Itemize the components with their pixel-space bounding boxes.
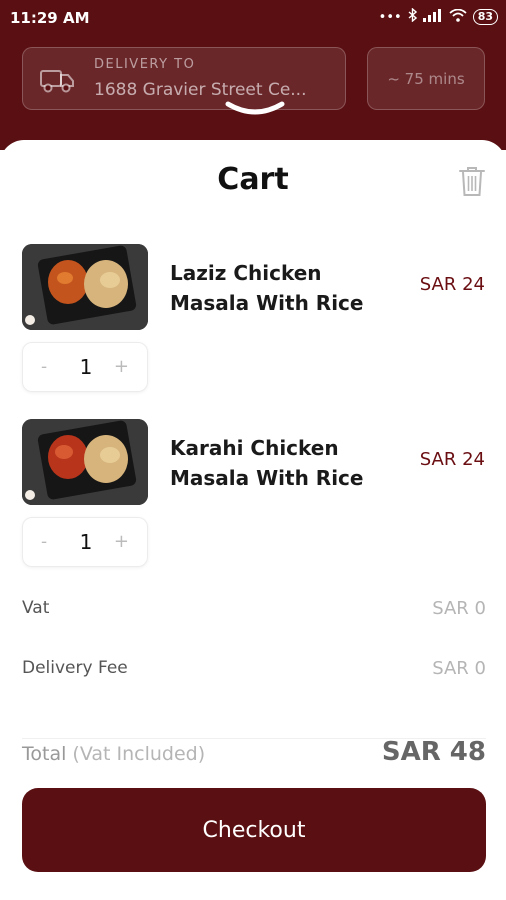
food-image — [22, 244, 148, 330]
cart-title: Cart — [217, 162, 289, 197]
quantity-value: 1 — [79, 530, 93, 554]
delivery-address: 1688 Gravier Street Ce... — [94, 80, 307, 100]
status-bar: 11:29 AM ••• 83 — [0, 0, 506, 38]
item-price: SAR 24 — [419, 274, 485, 295]
total-text: Total — [22, 743, 67, 765]
vat-label: Vat — [22, 598, 50, 618]
signal-icon — [422, 8, 443, 26]
quantity-stepper: - 1 + — [22, 517, 148, 567]
more-dots-icon: ••• — [378, 9, 402, 25]
cart-item: Karahi Chicken Masala With Rice SAR 24 -… — [0, 419, 506, 569]
bluetooth-icon — [408, 7, 417, 26]
checkout-button[interactable]: Checkout — [22, 788, 486, 872]
delivery-fee-label: Delivery Fee — [22, 658, 128, 678]
increase-button[interactable]: + — [114, 356, 129, 377]
vat-value: SAR 0 — [432, 598, 486, 619]
quantity-value: 1 — [79, 355, 93, 379]
total-row: Total (Vat Included) SAR 48 — [22, 737, 486, 774]
increase-button[interactable]: + — [114, 531, 129, 552]
quantity-stepper: - 1 + — [22, 342, 148, 392]
trash-icon[interactable] — [456, 164, 488, 198]
status-icons: ••• 83 — [378, 7, 498, 26]
delivery-address-selector[interactable]: DELIVERY TO 1688 Gravier Street Ce... — [22, 47, 346, 110]
status-time: 11:29 AM — [10, 9, 90, 27]
delivery-truck-icon — [40, 70, 74, 93]
item-name: Karahi Chicken Masala With Rice — [170, 436, 364, 490]
chevron-down-icon[interactable] — [224, 100, 286, 120]
item-price: SAR 24 — [419, 449, 485, 470]
cart-item: Laziz Chicken Masala With Rice SAR 24 - … — [0, 244, 506, 394]
item-name: Laziz Chicken Masala With Rice — [170, 261, 364, 315]
food-image — [22, 419, 148, 505]
delivery-eta: ~ 75 mins — [367, 47, 485, 110]
wifi-icon — [449, 8, 467, 26]
delivery-to-label: DELIVERY TO — [94, 57, 196, 72]
top-bar: 11:29 AM ••• 83 DELIVERY TO 1688 Gravier… — [0, 0, 506, 150]
delivery-fee-row: Delivery Fee SAR 0 — [22, 658, 486, 688]
battery-indicator: 83 — [472, 9, 498, 25]
total-label: Total (Vat Included) — [22, 743, 205, 765]
total-value: SAR 48 — [381, 737, 486, 767]
vat-included-note: (Vat Included) — [72, 743, 206, 765]
cart-sheet: Cart Laziz Chicken Masala With Rice SAR … — [0, 101, 506, 900]
delivery-fee-value: SAR 0 — [432, 658, 486, 679]
vat-row: Vat SAR 0 — [22, 598, 486, 628]
